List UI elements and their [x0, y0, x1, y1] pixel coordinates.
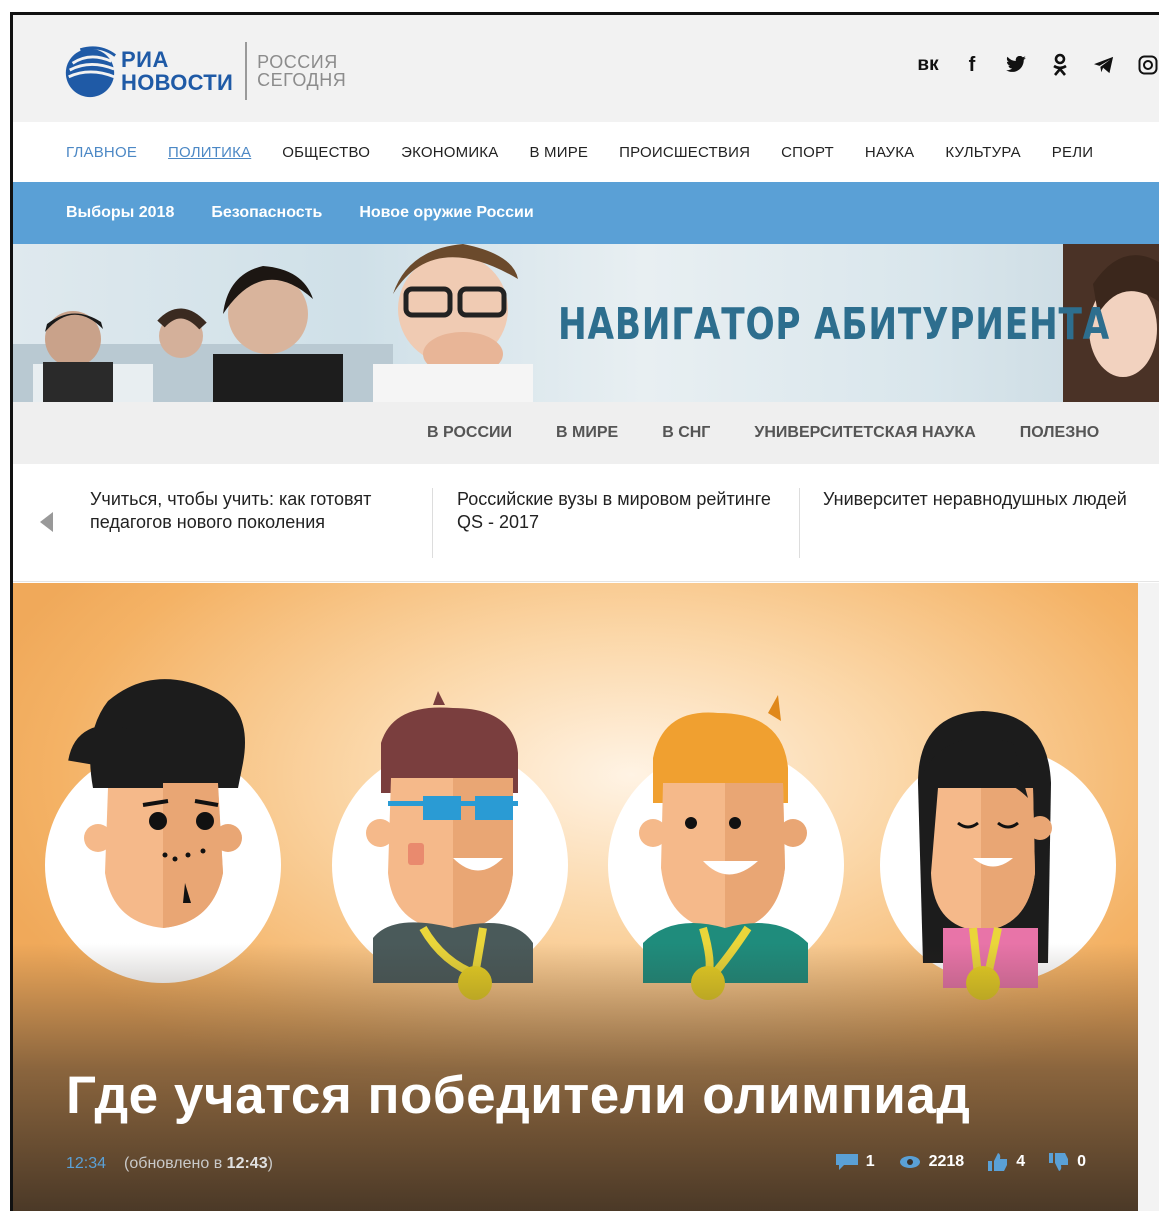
carousel-divider [432, 488, 433, 558]
carousel-item[interactable]: Университет неравнодушных людей [823, 488, 1153, 511]
nav-item-ekonomika[interactable]: ЭКОНОМИКА [401, 144, 498, 161]
thumbs-down-icon [1049, 1153, 1069, 1171]
comment-icon [835, 1154, 858, 1170]
views-stat: 2218 [899, 1153, 965, 1171]
nav-item-proisshestviya[interactable]: ПРОИСШЕСТВИЯ [619, 144, 750, 161]
comments-stat[interactable]: 1 [835, 1153, 875, 1171]
updated-prefix: (обновлено в [124, 1155, 227, 1172]
logo-line2: НОВОСТИ [121, 69, 234, 95]
dislikes-count: 0 [1077, 1153, 1086, 1170]
eye-icon [899, 1156, 920, 1168]
updated-time-value: 12:43 [226, 1155, 268, 1172]
hero-headline[interactable]: Где учатся победители олимпиад [66, 1065, 970, 1126]
hero-article[interactable]: Где учатся победители олимпиад 12:34 (об… [13, 583, 1138, 1211]
cat-v-rossii[interactable]: В РОССИИ [427, 424, 512, 442]
social-links: вк f [917, 53, 1159, 77]
carousel-prev-arrow-icon[interactable] [40, 512, 53, 532]
partner-line1: РОССИЯ [257, 52, 338, 72]
carousel-item[interactable]: Учиться, чтобы учить: как готовят педаго… [90, 488, 410, 534]
partner-line2: СЕГОДНЯ [257, 70, 347, 90]
banner-title: НАВИГАТОР АБИТУРИЕНТА [558, 299, 1110, 350]
facebook-icon[interactable]: f [961, 53, 983, 77]
topic-vybory-2018[interactable]: Выборы 2018 [66, 204, 174, 222]
rossiya-segodnya-wordmark: РОССИЯ СЕГОДНЯ [257, 53, 346, 89]
publish-time: 12:34 [66, 1155, 107, 1172]
topic-navigation: Выборы 2018 Безопасность Новое оружие Ро… [13, 182, 1159, 244]
updated-time: (обновлено в 12:43) [124, 1155, 273, 1173]
cat-universitetskaya-nauka[interactable]: УНИВЕРСИТЕТСКАЯ НАУКА [754, 424, 975, 442]
category-navigation: В РОССИИ В МИРЕ В СНГ УНИВЕРСИТЕТСКАЯ НА… [13, 402, 1159, 464]
hero-meta: 12:34 (обновлено в 12:43) [66, 1155, 273, 1173]
logo-divider [245, 42, 248, 100]
carousel-divider [799, 488, 800, 558]
main-navigation: ГЛАВНОЕ ПОЛИТИКА ОБЩЕСТВО ЭКОНОМИКА В МИ… [13, 122, 1159, 182]
navigator-banner[interactable]: НАВИГАТОР АБИТУРИЕНТА [13, 244, 1159, 402]
likes-stat[interactable]: 4 [988, 1153, 1025, 1171]
odnoklassniki-icon[interactable] [1049, 53, 1071, 77]
cat-v-mire[interactable]: В МИРЕ [556, 424, 618, 442]
ria-wordmark: РИА НОВОСТИ [121, 46, 234, 95]
nav-item-glavnoe[interactable]: ГЛАВНОЕ [66, 144, 137, 161]
article-stats: 1 2218 4 0 [824, 1153, 1086, 1171]
browser-viewport: РИА НОВОСТИ РОССИЯ СЕГОДНЯ вк f ГЛАВНОЕ … [10, 12, 1159, 1211]
updated-suffix: ) [267, 1155, 273, 1172]
dislikes-stat[interactable]: 0 [1049, 1153, 1086, 1171]
ria-logo[interactable]: РИА НОВОСТИ РОССИЯ СЕГОДНЯ [61, 41, 346, 101]
related-articles-carousel: Учиться, чтобы учить: как готовят педаго… [13, 464, 1159, 582]
vk-icon[interactable]: вк [917, 53, 939, 77]
instagram-icon[interactable] [1137, 53, 1159, 77]
nav-item-sport[interactable]: СПОРТ [781, 144, 834, 161]
twitter-icon[interactable] [1005, 53, 1027, 77]
carousel-item[interactable]: Российские вузы в мировом рейтинге QS - … [457, 488, 777, 534]
logo-line1: РИА [121, 46, 169, 72]
nav-item-obshchestvo[interactable]: ОБЩЕСТВО [282, 144, 370, 161]
nav-item-politika[interactable]: ПОЛИТИКА [168, 144, 251, 161]
nav-item-religiya[interactable]: РЕЛИ [1052, 144, 1093, 161]
right-sidebar-gutter [1138, 583, 1159, 1211]
comments-count: 1 [865, 1153, 875, 1170]
nav-item-kultura[interactable]: КУЛЬТУРА [945, 144, 1020, 161]
nav-item-v-mire[interactable]: В МИРЕ [529, 144, 588, 161]
cat-polezno[interactable]: ПОЛЕЗНО [1020, 424, 1099, 442]
nav-item-nauka[interactable]: НАУКА [865, 144, 914, 161]
site-header: РИА НОВОСТИ РОССИЯ СЕГОДНЯ вк f [13, 15, 1159, 122]
cat-v-sng[interactable]: В СНГ [662, 424, 710, 442]
thumbs-up-icon [988, 1153, 1008, 1171]
likes-count: 4 [1016, 1153, 1026, 1170]
ria-globe-icon [65, 46, 117, 98]
telegram-icon[interactable] [1093, 53, 1115, 77]
views-count: 2218 [928, 1153, 965, 1170]
topic-novoe-oruzhie[interactable]: Новое оружие России [359, 204, 533, 222]
topic-bezopasnost[interactable]: Безопасность [211, 204, 322, 222]
